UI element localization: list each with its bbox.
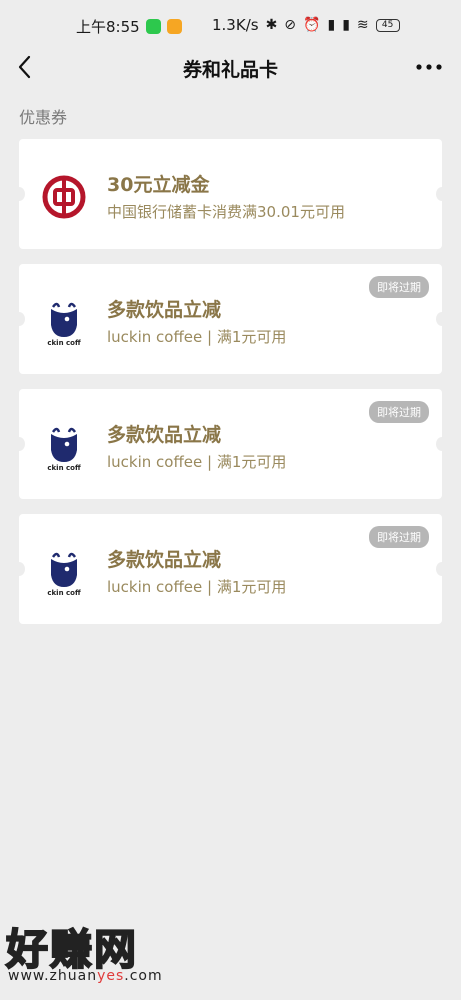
card-notch [13,562,25,576]
coupon-title: 多款饮品立减 [107,424,222,446]
status-time: 上午8:55 [76,18,140,36]
coupon-title: 多款饮品立减 [107,299,222,321]
signal-2-icon: ▮ [342,17,350,33]
card-notch [436,187,448,201]
battery-icon: 45 [375,18,400,32]
more-options-icon[interactable] [414,62,444,72]
coupon-subtitle: 中国银行储蓄卡消费满30.01元可用 [107,203,345,221]
svg-text:ckin coff: ckin coff [47,339,81,347]
wifi-icon: ≋ [356,17,369,33]
bank-of-china-logo-icon [39,172,89,222]
coupon-card[interactable]: 即将过期 ckin coff 多款饮品立减 luckin coffee | 满1… [13,514,448,624]
coupon-title: 30元立减金 [107,174,210,196]
svg-text:ckin coff: ckin coff [47,589,81,597]
bluetooth-icon: ✱ [265,17,278,33]
card-notch [13,437,25,451]
signal-icon: ▮ [327,17,336,33]
alarm-icon: ⏰ [303,17,321,33]
luckin-coffee-logo-icon: ckin coff [39,297,89,347]
status-right: 1.3K/s ✱ ⊘ ⏰ ▮ ▮ ≋ 45 [212,16,400,34]
app-notification-icon [166,19,182,34]
coupon-title: 多款饮品立减 [107,549,222,571]
status-left: 上午8:55 [76,16,182,37]
coupon-subtitle: luckin coffee | 满1元可用 [107,578,287,596]
coupon-subtitle: luckin coffee | 满1元可用 [107,453,287,471]
expiring-badge: 即将过期 [369,276,429,298]
card-notch [13,312,25,326]
coupon-subtitle: luckin coffee | 满1元可用 [107,328,287,346]
watermark: 好赚网 www.zhuanyes.com [5,916,206,1000]
network-speed: 1.3K/s [212,16,259,34]
mute-icon: ⊘ [284,17,297,33]
page-title: 券和礼品卡 [182,59,278,81]
coupon-card[interactable]: 即将过期 ckin coff 多款饮品立减 luckin coffee | 满1… [13,389,448,499]
status-bar: 上午8:55 1.3K/s ✱ ⊘ ⏰ ▮ ▮ ≋ 45 [0,0,461,52]
coupon-card[interactable]: 即将过期 ckin coff 多款饮品立减 luckin coffee | 满1… [13,264,448,374]
coupon-card[interactable]: 30元立减金 中国银行储蓄卡消费满30.01元可用 [13,139,448,249]
expiring-badge: 即将过期 [369,401,429,423]
card-notch [13,187,25,201]
watermark-url: www.zhuanyes.com [8,968,163,984]
luckin-coffee-logo-icon: ckin coff [39,422,89,472]
luckin-coffee-logo-icon: ckin coff [39,547,89,597]
wechat-notification-icon [145,19,161,34]
battery-level: 45 [381,20,394,30]
section-label: 优惠券 [19,108,68,127]
card-notch [436,312,448,326]
card-notch [436,562,448,576]
nav-bar: 券和礼品卡 [0,52,461,82]
card-notch [436,437,448,451]
expiring-badge: 即将过期 [369,526,429,548]
svg-text:ckin coff: ckin coff [47,464,81,472]
